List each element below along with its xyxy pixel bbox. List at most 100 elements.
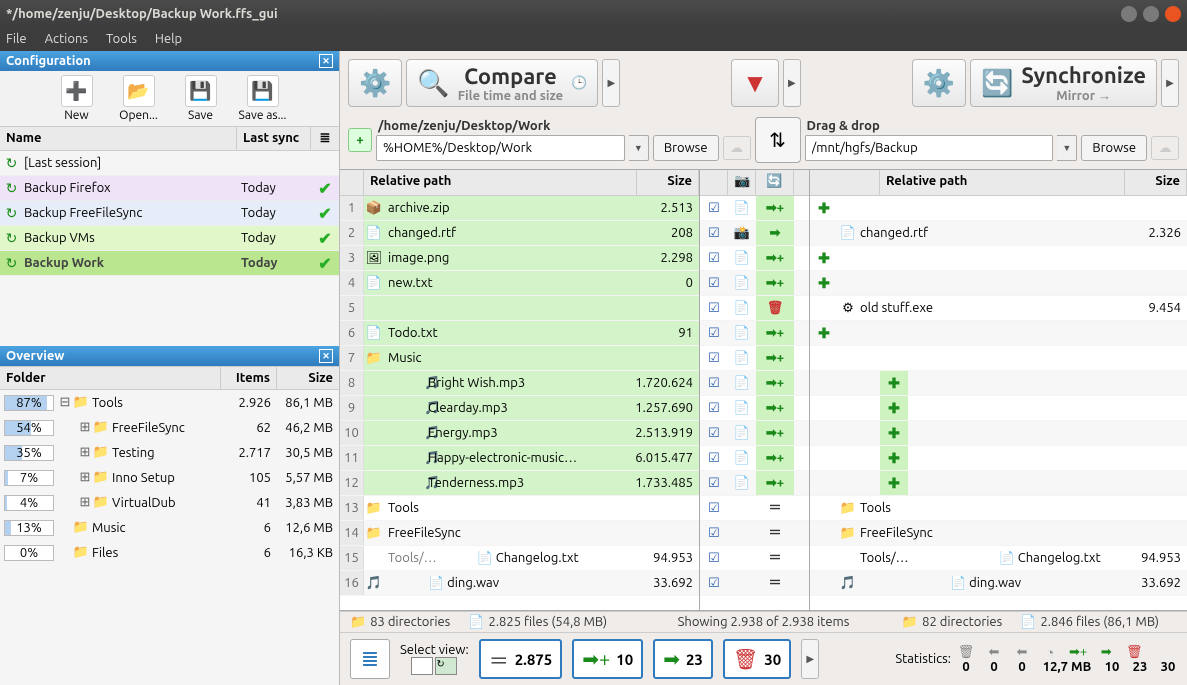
category-header-icon[interactable]: 📷	[728, 170, 756, 195]
left-header-relpath[interactable]: Relative path	[364, 170, 637, 195]
action-equal-icon[interactable]: ＝	[756, 521, 794, 545]
file-row-right[interactable]: 🎵 📄 ding.wav 33.692	[810, 571, 1187, 596]
config-row[interactable]: ↻ Backup FreeFileSync Today ✔	[0, 201, 339, 226]
filter-update-button[interactable]: ➡23	[653, 639, 713, 679]
action-delete-icon[interactable]: 🗑	[756, 296, 794, 320]
file-row-left[interactable]: 13 📁 Tools	[340, 496, 699, 521]
file-row-right[interactable]: 📁 Tools	[810, 496, 1187, 521]
config-row[interactable]: ↻ [Last session]	[0, 151, 339, 176]
file-row-middle[interactable]: ☑ 📸➡	[700, 221, 809, 246]
file-row-middle[interactable]: ☑ 📄➡+	[700, 421, 809, 446]
file-row-left[interactable]: 4 📄 new.txt 0	[340, 271, 699, 296]
file-row-middle[interactable]: ☑ 📄➡+	[700, 396, 809, 421]
include-checkbox[interactable]: ☑	[700, 526, 728, 541]
menu-actions[interactable]: Actions	[45, 32, 88, 46]
action-update-icon[interactable]: ➡	[756, 221, 794, 245]
overview-row[interactable]: 4% ⊞ 📁 VirtualDub 41 3,83 MB	[0, 490, 339, 515]
file-row-left[interactable]: 11 🎵 Happy-electronic-music… 6.015.477	[340, 446, 699, 471]
include-checkbox[interactable]: ☑	[700, 426, 728, 441]
include-checkbox[interactable]: ☑	[700, 276, 728, 291]
left-path-input[interactable]	[376, 135, 625, 161]
file-row-right[interactable]: ✚	[810, 271, 1187, 296]
overview-header-folder[interactable]: Folder	[0, 367, 221, 389]
config-row[interactable]: ↻ Backup VMs Today ✔	[0, 226, 339, 251]
file-row-left[interactable]: 1 📦 archive.zip 2.513	[340, 196, 699, 221]
file-row-right[interactable]: 📄 changed.rtf 2.326	[810, 221, 1187, 246]
swap-sides-button[interactable]: ⇅	[755, 117, 801, 163]
left-cloud-icon[interactable]: ☁	[723, 136, 751, 160]
expand-icon[interactable]: ⊟	[58, 395, 72, 410]
include-checkbox[interactable]: ☑	[700, 476, 728, 491]
menu-file[interactable]: File	[6, 32, 27, 46]
synchronize-button[interactable]: 🔄 SynchronizeMirror →	[970, 59, 1157, 107]
include-checkbox[interactable]: ☑	[700, 301, 728, 316]
file-row-middle[interactable]: ☑ 📄🗑	[700, 296, 809, 321]
file-row-left[interactable]: 14 📁 FreeFileSync	[340, 521, 699, 546]
sync-settings-button[interactable]: ⚙️	[912, 59, 966, 107]
saveas-config-button[interactable]: 💾Save as...	[238, 75, 288, 122]
compare-dropdown-button[interactable]: ▶	[602, 59, 620, 107]
include-checkbox[interactable]: ☑	[700, 576, 728, 591]
add-pair-button[interactable]: +	[348, 128, 372, 152]
action-create-icon[interactable]: ➡+	[756, 196, 794, 220]
filter-dropdown-button[interactable]: ▶	[783, 59, 801, 107]
overview-row[interactable]: 13% 📁 Music 6 12,6 MB	[0, 515, 339, 540]
filter-create-button[interactable]: ➡+10	[572, 639, 643, 679]
view-action-button[interactable]: ↻	[435, 657, 457, 675]
config-row[interactable]: ↻ Backup Work Today ✔	[0, 251, 339, 276]
config-header-name[interactable]: Name	[0, 127, 237, 150]
expand-icon[interactable]: ⊞	[78, 445, 92, 460]
action-header-icon[interactable]: 🔄	[756, 170, 794, 195]
action-create-icon[interactable]: ➡+	[756, 396, 794, 420]
file-row-left[interactable]: 10 🎵 Energy.mp3 2.513.919	[340, 421, 699, 446]
compare-settings-button[interactable]: ⚙️	[348, 59, 402, 107]
menu-tools[interactable]: Tools	[106, 32, 137, 46]
file-row-right[interactable]: ✚	[810, 196, 1187, 221]
maximize-icon[interactable]	[1143, 6, 1159, 22]
right-browse-button[interactable]: Browse	[1081, 135, 1147, 161]
view-toggle-button[interactable]: ≣	[350, 639, 390, 679]
include-checkbox[interactable]: ☑	[700, 451, 728, 466]
filter-delete-button[interactable]: 🗑30	[723, 639, 791, 679]
left-path-dropdown-icon[interactable]: ▼	[629, 135, 649, 161]
include-checkbox[interactable]: ☑	[700, 376, 728, 391]
file-row-left[interactable]: 9 🎵 Clearday.mp3 1.257.690	[340, 396, 699, 421]
right-header-size[interactable]: Size	[1125, 170, 1187, 195]
minimize-icon[interactable]	[1121, 6, 1137, 22]
file-row-right[interactable]: Tools/…📄 Changelog.txt 94.953	[810, 546, 1187, 571]
file-row-right[interactable]: ✚	[810, 321, 1187, 346]
file-row-right[interactable]: ✚	[810, 371, 1187, 396]
filter-equal-button[interactable]: ＝2.875	[479, 639, 563, 679]
right-header-relpath[interactable]: Relative path	[880, 170, 1125, 195]
right-path-input[interactable]	[805, 135, 1054, 161]
file-row-middle[interactable]: ☑ ＝	[700, 546, 809, 571]
new-config-button[interactable]: ➕New	[52, 75, 102, 122]
file-row-middle[interactable]: ☑ ＝	[700, 571, 809, 596]
include-checkbox[interactable]: ☑	[700, 351, 728, 366]
file-row-middle[interactable]: ☑ ＝	[700, 521, 809, 546]
file-row-right[interactable]: 📁 FreeFileSync	[810, 521, 1187, 546]
file-row-right[interactable]	[810, 346, 1187, 371]
menu-help[interactable]: Help	[155, 32, 182, 46]
file-row-middle[interactable]: ☑ ＝	[700, 496, 809, 521]
include-checkbox[interactable]: ☑	[700, 401, 728, 416]
expand-icon[interactable]: ⊞	[78, 470, 92, 485]
overview-header-size[interactable]: Size	[277, 367, 339, 389]
file-row-left[interactable]: 7 📁 Music	[340, 346, 699, 371]
config-header-lastsync[interactable]: Last sync	[237, 127, 311, 150]
file-row-left[interactable]: 15 Tools/…📄 Changelog.txt 94.953	[340, 546, 699, 571]
overview-row[interactable]: 87% ⊟ 📁 Tools 2.926 86,1 MB	[0, 390, 339, 415]
open-config-button[interactable]: 📂Open...	[114, 75, 164, 122]
file-row-middle[interactable]: ☑ 📄➡+	[700, 471, 809, 496]
action-create-icon[interactable]: ➡+	[756, 446, 794, 470]
action-create-icon[interactable]: ➡+	[756, 471, 794, 495]
configuration-close-icon[interactable]: ✕	[319, 54, 333, 68]
action-create-icon[interactable]: ➡+	[756, 421, 794, 445]
expand-icon[interactable]: ⊞	[78, 495, 92, 510]
include-checkbox[interactable]: ☑	[700, 226, 728, 241]
action-create-icon[interactable]: ➡+	[756, 321, 794, 345]
include-checkbox[interactable]: ☑	[700, 501, 728, 516]
file-row-right[interactable]: ✚	[810, 396, 1187, 421]
file-row-middle[interactable]: ☑ 📄➡+	[700, 346, 809, 371]
file-row-left[interactable]: 6 📄 Todo.txt 91	[340, 321, 699, 346]
